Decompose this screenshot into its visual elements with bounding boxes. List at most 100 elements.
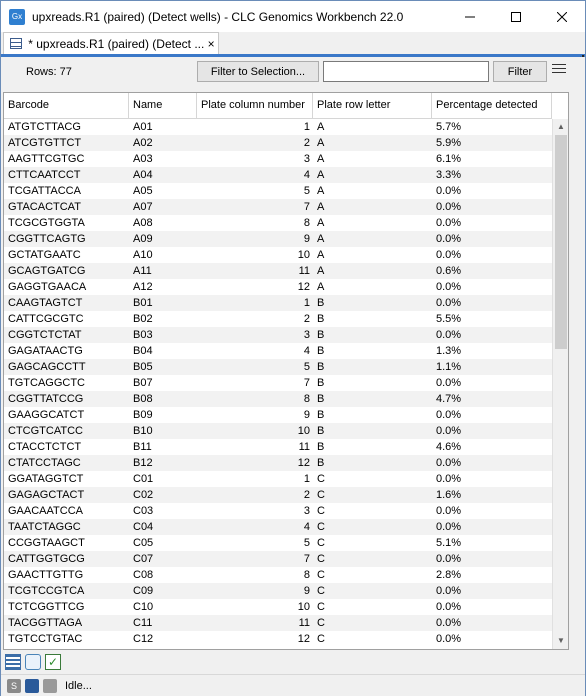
maximize-icon [511, 11, 521, 22]
cell-name: A11 [133, 265, 152, 277]
cell-name: B05 [133, 361, 153, 373]
minimize-button[interactable] [447, 1, 493, 32]
filter-to-selection-button[interactable]: Filter to Selection... [197, 61, 319, 82]
table-row[interactable]: TACGGTTAGA C11 11 C 0.0% [4, 615, 552, 631]
cell-plate-column-number: 11 [298, 617, 310, 629]
cell-plate-column-number: 4 [303, 521, 310, 533]
cell-plate-column-number: 7 [303, 553, 310, 565]
table-row[interactable]: GGATAGGTCT C01 1 C 0.0% [4, 471, 552, 487]
cell-percentage-detected: 0.0% [436, 217, 462, 229]
table-row[interactable]: ATGTCTTACG A01 1 A 5.7% [4, 119, 552, 135]
cell-percentage-detected: 0.0% [436, 457, 462, 469]
editor-tab[interactable]: * upxreads.R1 (paired) (Detect ... × [3, 32, 219, 54]
cell-name: A02 [133, 137, 153, 149]
table-row[interactable]: TCGTCCGTCA C09 9 C 0.0% [4, 583, 552, 599]
table-row[interactable]: TCTCGGTTCG C10 10 C 0.0% [4, 599, 552, 615]
status-text: Idle... [65, 679, 92, 692]
table-row[interactable]: TGTCCTGTAC C12 12 C 0.0% [4, 631, 552, 647]
table-row[interactable]: CGGTTCAGTG A09 9 A 0.0% [4, 231, 552, 247]
table-view-icon[interactable] [5, 654, 21, 670]
table-row[interactable]: GAGATAACTG B04 4 B 1.3% [4, 343, 552, 359]
search-s-icon[interactable]: S [7, 678, 21, 693]
table-row[interactable]: GAGGTGAACA A12 12 A 0.0% [4, 279, 552, 295]
cell-barcode: AAGTTCGTGC [8, 153, 85, 165]
column-header-percentage-detected[interactable]: Percentage detected [432, 93, 552, 118]
table-row[interactable]: GAAGGCATCT B09 9 B 0.0% [4, 407, 552, 423]
column-header-name[interactable]: Name [129, 93, 197, 118]
cell-percentage-detected: 2.8% [436, 569, 462, 581]
cell-percentage-detected: 4.6% [436, 441, 462, 453]
table-row[interactable]: CATTCGCGTC B02 2 B 5.5% [4, 311, 552, 327]
table-row[interactable]: AAGTTCGTGC A03 3 A 6.1% [4, 151, 552, 167]
cell-percentage-detected: 1.3% [436, 345, 462, 357]
cell-percentage-detected: 0.0% [436, 329, 462, 341]
cell-plate-column-number: 7 [303, 377, 310, 389]
table-body: ATGTCTTACG A01 1 A 5.7% ATCGTGTTCT A02 2 A 5.9% AA… [4, 119, 552, 647]
database-icon[interactable] [25, 678, 39, 693]
column-header-plate-row-letter[interactable]: Plate row letter [313, 93, 432, 118]
filter-input[interactable] [323, 61, 489, 82]
cell-plate-row-letter: C [317, 601, 325, 613]
table-row[interactable]: CTATCCTAGC B12 12 B 0.0% [4, 455, 552, 471]
maximize-button[interactable] [493, 1, 539, 32]
scroll-up-arrow-icon[interactable]: ▲ [553, 119, 568, 135]
table-row[interactable]: CTCGTCATCC B10 10 B 0.0% [4, 423, 552, 439]
history-check-icon[interactable]: ✓ [45, 654, 61, 670]
table-row[interactable]: GAGAGCTACT C02 2 C 1.6% [4, 487, 552, 503]
table-row[interactable]: GCAGTGATCG A11 11 A 0.6% [4, 263, 552, 279]
cell-percentage-detected: 0.0% [436, 473, 462, 485]
cell-plate-column-number: 12 [297, 281, 310, 293]
cell-barcode: CATTGGTGCG [8, 553, 85, 565]
cell-plate-row-letter: C [317, 505, 325, 517]
cell-barcode: TCGCGTGGTA [8, 217, 85, 229]
table-row[interactable]: CTACCTCTCT B11 11 B 4.6% [4, 439, 552, 455]
cell-plate-column-number: 7 [303, 201, 310, 213]
scroll-down-arrow-icon[interactable]: ▼ [553, 633, 568, 649]
close-window-button[interactable] [539, 1, 585, 32]
table-row[interactable]: CTTCAATCCT A04 4 A 3.3% [4, 167, 552, 183]
table-settings-menu-icon[interactable] [552, 64, 566, 78]
cell-barcode: GAACTTGTTG [8, 569, 84, 581]
table-row[interactable]: GAGCAGCCTT B05 5 B 1.1% [4, 359, 552, 375]
cell-plate-row-letter: B [317, 297, 325, 309]
cell-plate-column-number: 1 [303, 297, 310, 309]
column-header-plate-column-number[interactable]: Plate column number [197, 93, 313, 118]
cell-name: B07 [133, 377, 153, 389]
cell-plate-column-number: 10 [297, 601, 310, 613]
cell-percentage-detected: 6.1% [436, 153, 462, 165]
app-window: Gx upxreads.R1 (paired) (Detect wells) -… [0, 0, 586, 696]
table-row[interactable]: GCTATGAATC A10 10 A 0.0% [4, 247, 552, 263]
table-row[interactable]: CGGTTATCCG B08 8 B 4.7% [4, 391, 552, 407]
table-row[interactable]: TGTCAGGCTC B07 7 B 0.0% [4, 375, 552, 391]
cell-barcode: TCGATTACCA [8, 185, 81, 197]
table-row[interactable]: GTACACTCAT A07 7 A 0.0% [4, 199, 552, 215]
cell-percentage-detected: 1.6% [436, 489, 462, 501]
cell-plate-row-letter: C [317, 521, 325, 533]
cell-barcode: CCGGTAAGCT [8, 537, 85, 549]
cell-barcode: GAGGTGAACA [8, 281, 87, 293]
tab-close-button[interactable]: × [204, 37, 218, 51]
home-icon[interactable] [43, 678, 57, 693]
table-row[interactable]: CCGGTAAGCT C05 5 C 5.1% [4, 535, 552, 551]
column-header-barcode[interactable]: Barcode [4, 93, 129, 118]
table-row[interactable]: GAACTTGTTG C08 8 C 2.8% [4, 567, 552, 583]
cell-plate-column-number: 4 [303, 345, 310, 357]
table-row[interactable]: CATTGGTGCG C07 7 C 0.0% [4, 551, 552, 567]
table-row[interactable]: ATCGTGTTCT A02 2 A 5.9% [4, 135, 552, 151]
table-row[interactable]: TAATCTAGGC C04 4 C 0.0% [4, 519, 552, 535]
element-info-icon[interactable] [25, 654, 41, 670]
table-row[interactable]: CAAGTAGTCT B01 1 B 0.0% [4, 295, 552, 311]
filter-button[interactable]: Filter [493, 61, 547, 82]
cell-barcode: CATTCGCGTC [8, 313, 84, 325]
table-row[interactable]: TCGATTACCA A05 5 A 0.0% [4, 183, 552, 199]
cell-percentage-detected: 0.0% [436, 585, 462, 597]
title-bar[interactable]: Gx upxreads.R1 (paired) (Detect wells) -… [1, 1, 585, 32]
table-row[interactable]: GAACAATCCA C03 3 C 0.0% [4, 503, 552, 519]
table-row[interactable]: TCGCGTGGTA A08 8 A 0.0% [4, 215, 552, 231]
vertical-scrollbar[interactable]: ▲ ▼ [552, 119, 568, 649]
scrollbar-thumb[interactable] [555, 135, 567, 349]
cell-barcode: GGATAGGTCT [8, 473, 84, 485]
cell-percentage-detected: 0.0% [436, 377, 462, 389]
cell-plate-row-letter: C [317, 473, 325, 485]
table-row[interactable]: CGGTCTCTAT B03 3 B 0.0% [4, 327, 552, 343]
